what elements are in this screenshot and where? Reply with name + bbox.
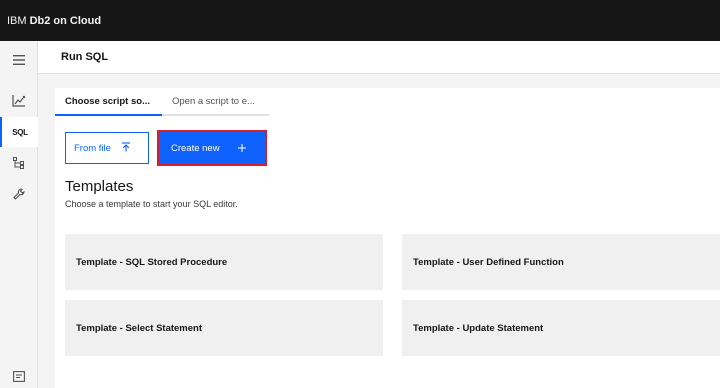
script-tabs: Choose script so... Open a script to e..…	[55, 88, 269, 116]
template-card-update-statement[interactable]: Template - Update Statement	[402, 300, 720, 356]
create-new-label: Create new	[171, 142, 220, 154]
template-card-select-statement[interactable]: Template - Select Statement	[65, 300, 383, 356]
sidebar-item-sql[interactable]: SQL	[0, 117, 38, 147]
wrench-icon[interactable]	[0, 179, 38, 209]
hamburger-menu-icon[interactable]	[0, 45, 38, 75]
brand-product: Db2 on Cloud	[29, 14, 102, 27]
upload-icon	[121, 141, 131, 155]
chart-icon[interactable]	[0, 86, 38, 116]
terminal-icon[interactable]	[0, 361, 38, 388]
page-title: Run SQL	[61, 51, 109, 63]
templates-subtitle: Choose a template to start your SQL edit…	[65, 199, 238, 209]
run-sql-panel: Choose script so... Open a script to e..…	[55, 88, 720, 388]
left-sidebar: SQL	[0, 41, 38, 388]
from-file-label: From file	[74, 142, 111, 154]
tree-diagram-icon[interactable]	[0, 148, 38, 178]
sidebar-item-sql-label: SQL	[12, 127, 28, 137]
tab-choose-script[interactable]: Choose script so...	[55, 88, 162, 116]
templates-heading: Templates	[65, 178, 134, 195]
page-header: Run SQL	[38, 41, 720, 74]
brand-ibm: IBM	[7, 14, 27, 27]
create-new-button[interactable]: Create new	[157, 130, 267, 166]
tab-open-script[interactable]: Open a script to e...	[162, 88, 269, 116]
template-card-stored-procedure[interactable]: Template - SQL Stored Procedure	[65, 234, 383, 290]
template-card-user-defined-function[interactable]: Template - User Defined Function	[402, 234, 720, 290]
from-file-button[interactable]: From file	[65, 132, 149, 164]
plus-icon	[237, 141, 246, 155]
main-content: Choose script so... Open a script to e..…	[38, 74, 720, 388]
top-bar: IBM Db2 on Cloud	[0, 0, 720, 41]
